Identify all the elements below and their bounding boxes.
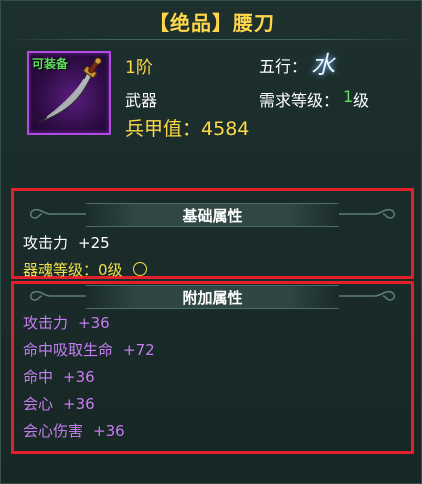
stat-value: +36 xyxy=(63,395,95,413)
base-stat-attack: 攻击力 +25 xyxy=(23,232,110,253)
base-attributes-title: 基础属性 xyxy=(182,207,243,225)
item-icon-slot[interactable]: 可装备 xyxy=(27,51,111,135)
required-level-label: 需求等级： xyxy=(259,91,340,110)
ring-icon xyxy=(132,262,147,276)
element-value: 水 xyxy=(311,51,335,79)
item-type: 武器 xyxy=(125,91,158,110)
extra-stat-hit: 命中 +36 xyxy=(23,366,95,387)
stat-name: 命中吸取生命 xyxy=(23,341,114,359)
stat-name: 攻击力 xyxy=(23,314,69,332)
stat-value: +25 xyxy=(78,234,110,252)
required-level-value: 1 xyxy=(343,87,354,106)
stat-value: +36 xyxy=(63,368,95,386)
stat-name: 命中 xyxy=(23,368,54,386)
required-level-suffix: 级 xyxy=(353,91,370,110)
extra-stat-critical: 会心 +36 xyxy=(23,393,95,414)
extra-attributes-title: 附加属性 xyxy=(182,289,243,307)
stat-name: 会心伤害 xyxy=(23,422,84,440)
stat-name: 会心 xyxy=(23,395,54,413)
extra-attributes-header: 附加属性 xyxy=(16,283,409,309)
score-label: 兵甲值： xyxy=(125,118,202,140)
stat-value: +36 xyxy=(78,314,110,332)
extra-stat-critical-damage: 会心伤害 +36 xyxy=(23,420,125,441)
extra-stat-attack: 攻击力 +36 xyxy=(23,312,110,333)
element-label: 五行： xyxy=(259,57,308,76)
base-attributes-header: 基础属性 xyxy=(16,201,409,227)
soul-level: 器魂等级：0级 xyxy=(23,259,147,280)
stat-value: +72 xyxy=(123,341,155,359)
item-title: 【绝品】腰刀 xyxy=(149,11,275,35)
stat-name: 攻击力 xyxy=(23,234,69,252)
score-value: 4584 xyxy=(201,118,250,140)
title-divider xyxy=(1,39,422,40)
item-score: 兵甲值：4584 xyxy=(125,114,249,141)
extra-stat-life-steal: 命中吸取生命 +72 xyxy=(23,339,155,360)
item-tooltip: 【绝品】腰刀 可装备 1阶 武器 兵甲值：4584 五行： 水 需求等级： 1 … xyxy=(0,0,422,484)
stat-value: +36 xyxy=(93,422,125,440)
soul-level-text: 器魂等级：0级 xyxy=(23,261,123,279)
item-tier: 1阶 xyxy=(125,58,153,78)
equippable-tag: 可装备 xyxy=(32,57,69,71)
